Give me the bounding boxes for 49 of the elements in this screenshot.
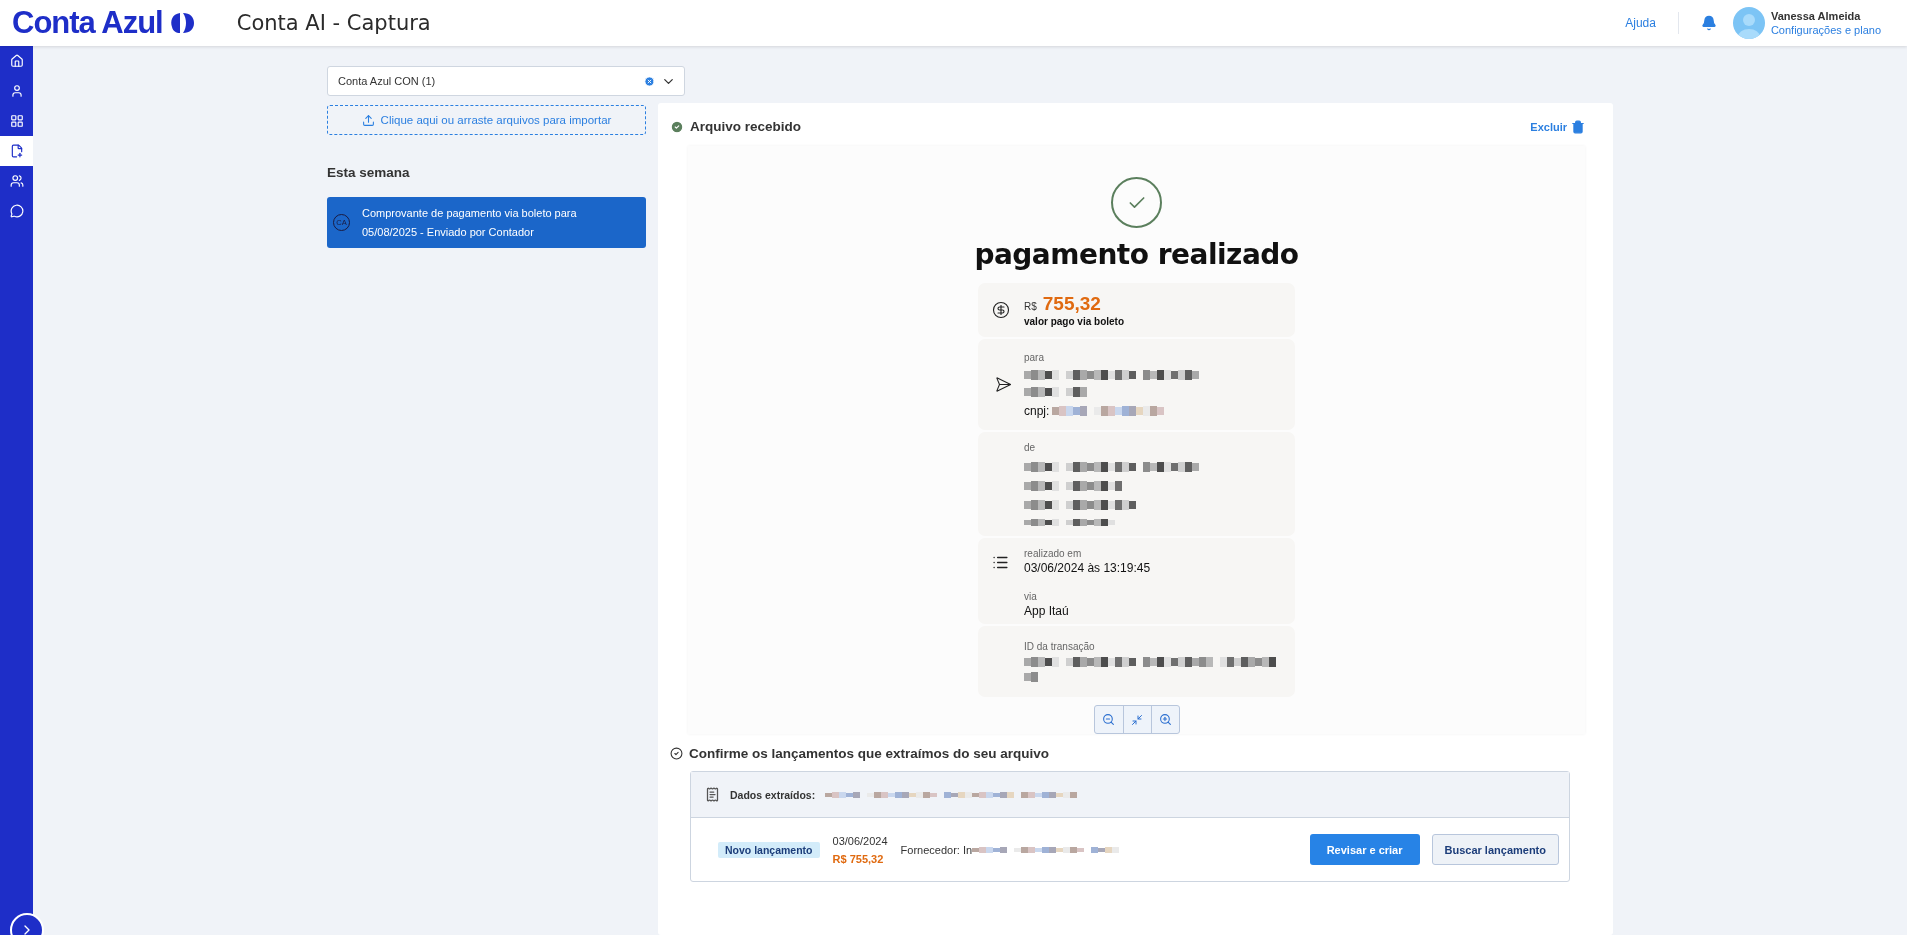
supplier-label: Fornecedor: In (900, 843, 973, 856)
status-title: Arquivo recebido (690, 119, 802, 134)
company-select[interactable]: Conta Azul CON (1) (327, 66, 685, 96)
capture-nav-icon[interactable] (0, 136, 33, 166)
upload-dropzone[interactable]: Clique aqui ou arraste arquivos para importar (327, 105, 646, 135)
upload-icon (361, 113, 375, 127)
zoom-out-icon (1102, 713, 1115, 726)
entry-date: 03/06/2024 (832, 834, 888, 847)
logo-text: Conta Azul (12, 5, 163, 41)
amount: 755,32 (1042, 293, 1101, 315)
section-title: Confirme os lançamentos que extraímos do seu arquivo (689, 746, 1050, 761)
list-icon (992, 554, 1009, 571)
extracted-label: Dados extraídos: (730, 788, 816, 801)
file-title: Comprovante de pagamento via boleto para (362, 207, 577, 219)
logo-icon (168, 11, 195, 35)
entry-amount: R$ 755,32 (832, 852, 885, 865)
review-create-button[interactable]: Revisar e criar (1309, 834, 1420, 865)
check-icon (670, 747, 683, 760)
zoom-in-icon (1158, 713, 1172, 726)
field-label: realizado em (1024, 548, 1083, 559)
collapse-arrows-icon (1131, 713, 1143, 726)
delete-button[interactable]: Excluir (1530, 119, 1585, 134)
settings-link[interactable]: Configurações e plano (1770, 24, 1881, 36)
check-icon (670, 119, 684, 134)
user-name: Vanessa Almeida (1770, 10, 1862, 22)
field-label: ID da transação (1024, 641, 1096, 652)
currency: R$ (1024, 301, 1037, 312)
field-label: de (1024, 442, 1037, 453)
amount-label: valor pago via boleto (1024, 316, 1125, 327)
notification-bell-icon[interactable] (1700, 15, 1717, 31)
section-heading: Esta semana (327, 165, 411, 180)
success-check-icon (1111, 177, 1162, 228)
receipt-title: pagamento realizado (974, 238, 1299, 271)
trash-icon (1571, 119, 1585, 134)
payment-date: 03/06/2024 às 13:19:45 (1024, 561, 1151, 575)
receipt-icon (705, 787, 720, 802)
clear-icon[interactable] (644, 75, 655, 87)
payment-channel: App Itaú (1024, 604, 1070, 618)
field-label: para (1024, 351, 1045, 363)
dollar-icon (992, 301, 1010, 319)
help-link[interactable]: Ajuda (1625, 12, 1679, 34)
redacted-text (1024, 672, 1038, 682)
search-entry-button[interactable]: Buscar lançamento (1431, 834, 1559, 865)
app-title: Conta AI - Captura (236, 11, 431, 35)
upload-label: Clique aqui ou arraste arquivos para importar (380, 114, 612, 126)
field-label: via (1024, 591, 1038, 602)
file-subtitle: 05/08/2025 - Enviado por Contador (362, 226, 535, 238)
cnpj-label: cnpj: (1024, 403, 1050, 418)
status-tag: Novo lançamento (718, 841, 820, 858)
